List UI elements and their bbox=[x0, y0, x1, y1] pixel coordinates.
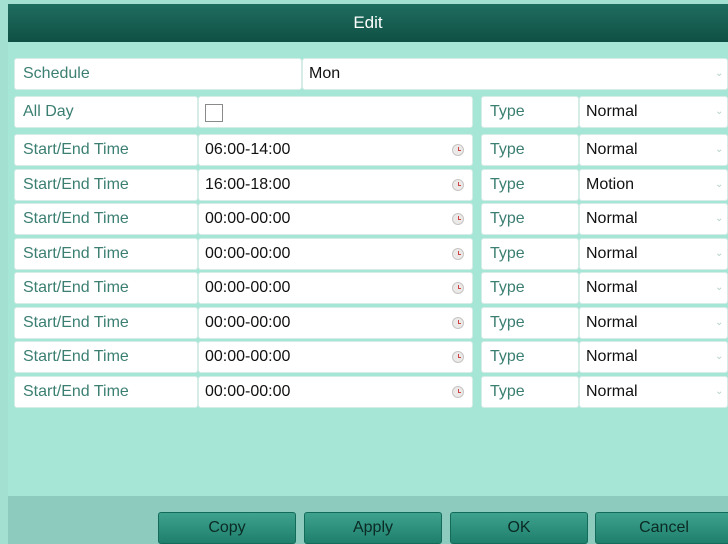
dialog-title: Edit bbox=[8, 4, 728, 42]
start-end-time-label: Start/End Time bbox=[14, 203, 198, 235]
time-range-value: 00:00-00:00 bbox=[205, 348, 291, 365]
type-value: Normal bbox=[586, 279, 638, 296]
time-range-field[interactable]: 00:00-00:00 bbox=[198, 272, 473, 304]
time-period-row: Start/End Time 00:00-00:00 Type Normal ⌄ bbox=[8, 237, 728, 270]
start-end-time-label: Start/End Time bbox=[14, 272, 198, 304]
start-end-time-label: Start/End Time bbox=[14, 341, 198, 373]
type-label: Type bbox=[481, 306, 579, 339]
type-value: Normal bbox=[586, 141, 638, 158]
all-day-type-select[interactable]: Normal ⌄ bbox=[579, 96, 728, 128]
type-label: Type bbox=[481, 341, 579, 373]
period-type-select[interactable]: Normal ⌄ bbox=[579, 203, 728, 235]
clock-icon[interactable] bbox=[452, 178, 464, 191]
button-bar: Copy Apply OK Cancel bbox=[8, 496, 728, 544]
chevron-down-icon: ⌄ bbox=[715, 144, 724, 155]
type-value: Normal bbox=[586, 210, 638, 227]
type-label: Type bbox=[481, 375, 579, 408]
time-range-field[interactable]: 00:00-00:00 bbox=[198, 306, 473, 339]
time-range-field[interactable]: 00:00-00:00 bbox=[198, 341, 473, 373]
chevron-down-icon: ⌄ bbox=[715, 247, 724, 259]
clock-icon[interactable] bbox=[452, 351, 464, 363]
edit-panel: Schedule Mon ⌄ All Day Type Normal ⌄ Sta… bbox=[8, 42, 728, 496]
all-day-cell bbox=[198, 96, 473, 128]
type-value: Normal bbox=[586, 348, 638, 365]
time-range-field[interactable]: 16:00-18:00 bbox=[198, 168, 473, 201]
type-label: Type bbox=[481, 237, 579, 270]
time-range-value: 00:00-00:00 bbox=[205, 382, 291, 400]
time-period-row: Start/End Time 00:00-00:00 Type Normal ⌄ bbox=[8, 341, 728, 373]
chevron-down-icon: ⌄ bbox=[715, 178, 724, 190]
apply-button[interactable]: Apply bbox=[304, 512, 442, 544]
type-value: Motion bbox=[586, 175, 635, 193]
time-period-row: Start/End Time 16:00-18:00 Type Motion ⌄ bbox=[8, 168, 728, 201]
chevron-down-icon: ⌄ bbox=[715, 351, 724, 362]
cancel-button[interactable]: Cancel bbox=[595, 512, 728, 544]
schedule-label: Schedule bbox=[14, 58, 302, 90]
start-end-time-label: Start/End Time bbox=[14, 375, 198, 408]
time-range-field[interactable]: 00:00-00:00 bbox=[198, 237, 473, 270]
ok-button[interactable]: OK bbox=[450, 512, 588, 544]
period-type-select[interactable]: Normal ⌄ bbox=[579, 375, 728, 408]
period-type-select[interactable]: Motion ⌄ bbox=[579, 168, 728, 201]
all-day-checkbox[interactable] bbox=[205, 104, 223, 122]
time-range-value: 16:00-18:00 bbox=[205, 175, 291, 193]
chevron-down-icon: ⌄ bbox=[715, 385, 724, 397]
time-period-row: Start/End Time 00:00-00:00 Type Normal ⌄ bbox=[8, 375, 728, 408]
clock-icon[interactable] bbox=[452, 385, 464, 398]
period-type-select[interactable]: Normal ⌄ bbox=[579, 272, 728, 304]
period-type-select[interactable]: Normal ⌄ bbox=[579, 341, 728, 373]
all-day-label: All Day bbox=[14, 96, 198, 128]
chevron-down-icon: ⌄ bbox=[715, 213, 724, 224]
schedule-row: Schedule Mon ⌄ bbox=[8, 58, 728, 90]
start-end-time-label: Start/End Time bbox=[14, 134, 198, 166]
type-label: Type bbox=[481, 96, 579, 128]
period-type-select[interactable]: Normal ⌄ bbox=[579, 306, 728, 339]
schedule-day-select[interactable]: Mon ⌄ bbox=[302, 58, 728, 90]
type-label: Type bbox=[481, 203, 579, 235]
chevron-down-icon: ⌄ bbox=[715, 282, 724, 293]
time-period-row: Start/End Time 06:00-14:00 Type Normal ⌄ bbox=[8, 134, 728, 166]
time-period-row: Start/End Time 00:00-00:00 Type Normal ⌄ bbox=[8, 203, 728, 235]
type-label: Type bbox=[481, 134, 579, 166]
time-range-value: 00:00-00:00 bbox=[205, 279, 291, 296]
start-end-time-label: Start/End Time bbox=[14, 168, 198, 201]
type-value: Normal bbox=[586, 244, 638, 262]
clock-icon[interactable] bbox=[452, 144, 464, 156]
time-range-value: 00:00-00:00 bbox=[205, 313, 291, 331]
type-value: Normal bbox=[586, 313, 638, 331]
chevron-down-icon: ⌄ bbox=[715, 316, 724, 328]
time-range-value: 00:00-00:00 bbox=[205, 210, 291, 227]
time-range-field[interactable]: 06:00-14:00 bbox=[198, 134, 473, 166]
clock-icon[interactable] bbox=[452, 316, 464, 329]
period-type-select[interactable]: Normal ⌄ bbox=[579, 134, 728, 166]
time-period-row: Start/End Time 00:00-00:00 Type Normal ⌄ bbox=[8, 306, 728, 339]
all-day-row: All Day Type Normal ⌄ bbox=[8, 96, 728, 128]
time-range-value: 00:00-00:00 bbox=[205, 244, 291, 262]
type-value: Normal bbox=[586, 103, 638, 120]
clock-icon[interactable] bbox=[452, 247, 464, 260]
chevron-down-icon: ⌄ bbox=[715, 106, 724, 117]
time-period-row: Start/End Time 00:00-00:00 Type Normal ⌄ bbox=[8, 272, 728, 304]
copy-button[interactable]: Copy bbox=[158, 512, 296, 544]
time-range-field[interactable]: 00:00-00:00 bbox=[198, 203, 473, 235]
time-range-field[interactable]: 00:00-00:00 bbox=[198, 375, 473, 408]
start-end-time-label: Start/End Time bbox=[14, 306, 198, 339]
type-value: Normal bbox=[586, 382, 638, 400]
clock-icon[interactable] bbox=[452, 213, 464, 225]
clock-icon[interactable] bbox=[452, 282, 464, 294]
schedule-day-value: Mon bbox=[309, 65, 341, 82]
type-label: Type bbox=[481, 272, 579, 304]
type-label: Type bbox=[481, 168, 579, 201]
start-end-time-label: Start/End Time bbox=[14, 237, 198, 270]
period-type-select[interactable]: Normal ⌄ bbox=[579, 237, 728, 270]
time-range-value: 06:00-14:00 bbox=[205, 141, 291, 158]
chevron-down-icon: ⌄ bbox=[715, 68, 724, 79]
